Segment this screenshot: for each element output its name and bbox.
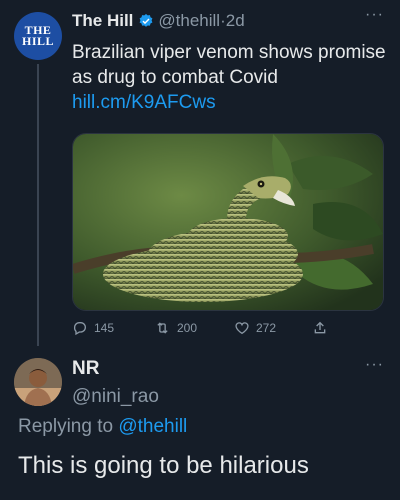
tweet-link[interactable]: hill.cm/K9AFCws — [72, 92, 216, 113]
reply-icon — [73, 322, 86, 336]
tweet-text: Brazilian viper venom shows promise as d… — [72, 40, 387, 115]
reply-author-handle[interactable]: @nini_rao — [72, 386, 159, 408]
retweet-icon — [157, 322, 168, 334]
nr-avatar[interactable] — [14, 358, 62, 406]
viper-photo — [73, 134, 383, 310]
more-options-icon[interactable]: ··· — [365, 6, 384, 24]
reply-count: 145 — [94, 321, 115, 335]
the-hill-avatar[interactable]: THE HILL — [14, 12, 62, 60]
replying-prefix: Replying to — [18, 416, 119, 437]
reply-author-name[interactable]: NR — [72, 358, 99, 380]
share-action[interactable] — [312, 320, 334, 336]
reply-more-options-icon[interactable]: ··· — [365, 356, 384, 374]
tweet-time[interactable]: 2d — [226, 11, 245, 31]
thread-line — [37, 64, 39, 346]
verified-badge-icon — [138, 13, 154, 29]
author-name[interactable]: The Hill — [72, 11, 133, 31]
retweet-action[interactable]: 200 — [154, 320, 197, 336]
author-handle[interactable]: @thehill — [158, 11, 220, 31]
tweet-body: Brazilian viper venom shows promise as d… — [72, 42, 386, 88]
tweet-image[interactable] — [72, 133, 384, 311]
reply-action[interactable]: 145 — [72, 320, 114, 336]
like-action[interactable]: 272 — [234, 320, 276, 336]
retweet-count: 200 — [177, 321, 198, 335]
avatar-photo — [14, 358, 62, 406]
avatar-text-line2: HILL — [21, 34, 54, 48]
tweet-actions: 145 200 272 — [72, 320, 332, 340]
reply-text: This is going to be hilarious — [18, 452, 309, 479]
share-icon — [314, 321, 326, 334]
replying-to: Replying to @thehill — [18, 416, 187, 438]
tweet-header: The Hill @thehill · 2d — [72, 11, 245, 31]
like-icon — [235, 322, 249, 335]
replying-handle[interactable]: @thehill — [118, 416, 187, 437]
like-count: 272 — [256, 321, 277, 335]
